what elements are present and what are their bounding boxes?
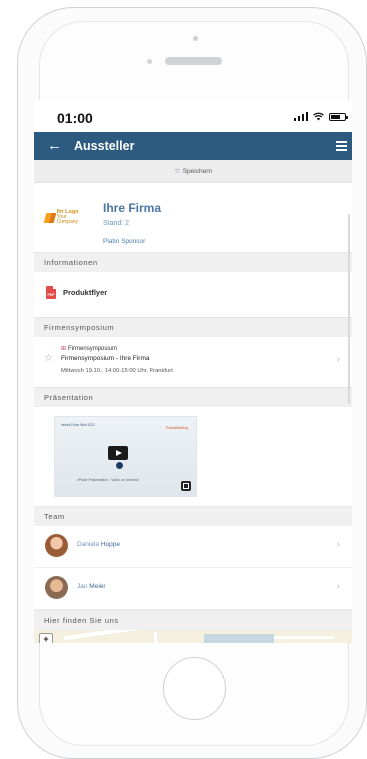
play-icon[interactable] [108,446,128,460]
video-caption: vPulse Präsentation - Video on demand [77,478,139,482]
app-screen: 01:00 ← Aussteller ☆ Speichern Ihr Logo Yo… [34,100,352,643]
company-name: Ihre Firma [103,201,162,215]
zoom-in-button[interactable]: + [40,634,52,643]
speaker-grille [165,57,222,65]
star-outline-icon[interactable]: ☆ [44,353,53,364]
section-team: Team [34,506,352,526]
section-map: Hier finden Sie uns [34,610,352,630]
team-member-row[interactable]: Jan Meier › [34,568,352,610]
team-member-row[interactable]: Daniela Hoppe › [34,526,352,568]
member-last-name: Hoppe [100,541,121,548]
document-item-produktflyer[interactable]: PDF Produktflyer [34,272,352,317]
chevron-right-icon: › [336,581,340,592]
scrollbar[interactable] [348,214,350,404]
map-venue-area [204,634,274,643]
map-zoom-control[interactable]: + − [39,633,53,643]
save-label: Speichern [182,168,212,175]
avatar [45,576,68,599]
section-informationen: Informationen [34,252,352,272]
status-bar: 01:00 [34,100,352,132]
chevron-right-icon: › [336,539,340,550]
company-card: Ihr Logo Your Company Ihre Firma Stand: 2… [34,183,352,252]
location-map[interactable]: + − [34,630,352,643]
sponsor-badge: Platin Sponsor [103,238,146,245]
camera-dot [193,36,198,41]
calendar-icon: ⊞ [61,346,67,352]
chevron-right-icon: › [336,354,340,365]
video-brand-text: Pulse|Meeting [165,426,188,430]
event-time: Mittwoch 19.10., 14:00-15:00 Uhr, Frankf… [61,368,173,374]
document-label: Produktflyer [63,288,108,297]
fullscreen-icon[interactable] [181,481,191,491]
video-thumbnail[interactable]: virtuell-Pulse Web 2022 Pulse|Meeting vP… [54,416,197,497]
wifi-icon [313,112,324,121]
presentation-row: virtuell-Pulse Web 2022 Pulse|Meeting vP… [34,407,352,506]
logo-subtitle: Your Company [56,214,79,225]
section-praesentation: Präsentation [34,387,352,407]
event-tag-label: Firmensymposium [68,346,118,352]
sensor-dot [147,59,152,64]
event-tag: ⊞ Firmensymposium [61,345,117,352]
avatar [45,534,68,557]
video-logo-icon [116,462,123,469]
event-title: Firmensymposium - Ihre Firma [61,355,150,362]
member-first-name: Jan [77,583,88,590]
map-road [64,630,154,641]
status-time: 01:00 [57,110,93,126]
map-road [154,632,157,643]
member-last-name: Meier [89,583,106,590]
member-first-name: Daniela [77,541,100,548]
company-stand: Stand: 2 [103,220,130,227]
home-button[interactable] [163,657,226,720]
signal-icon [293,111,308,121]
video-title-text: virtuell-Pulse Web 2022 [61,423,95,427]
app-header: ← Aussteller [34,132,352,160]
member-name: Daniela Hoppe [77,541,120,548]
member-name: Jan Meier [77,583,106,590]
section-firmensymposium: Firmensymposium [34,317,352,337]
exhibitor-content: ☆ Speichern Ihr Logo Your Company Ihre Fir… [34,160,352,643]
event-item[interactable]: ☆ ⊞ Firmensymposium Firmensymposium - Ihr… [34,337,352,387]
star-icon: ☆ [173,166,181,175]
arrow-left-icon[interactable]: ← [47,137,62,155]
menu-icon[interactable] [336,141,347,153]
save-button[interactable]: ☆ Speichern [34,160,352,183]
pdf-icon: PDF [46,286,56,299]
battery-icon [329,113,348,121]
status-icons [293,111,348,121]
company-logo: Ihr Logo Your Company [43,209,85,225]
page-title: Aussteller [74,139,135,153]
map-road [274,636,334,639]
